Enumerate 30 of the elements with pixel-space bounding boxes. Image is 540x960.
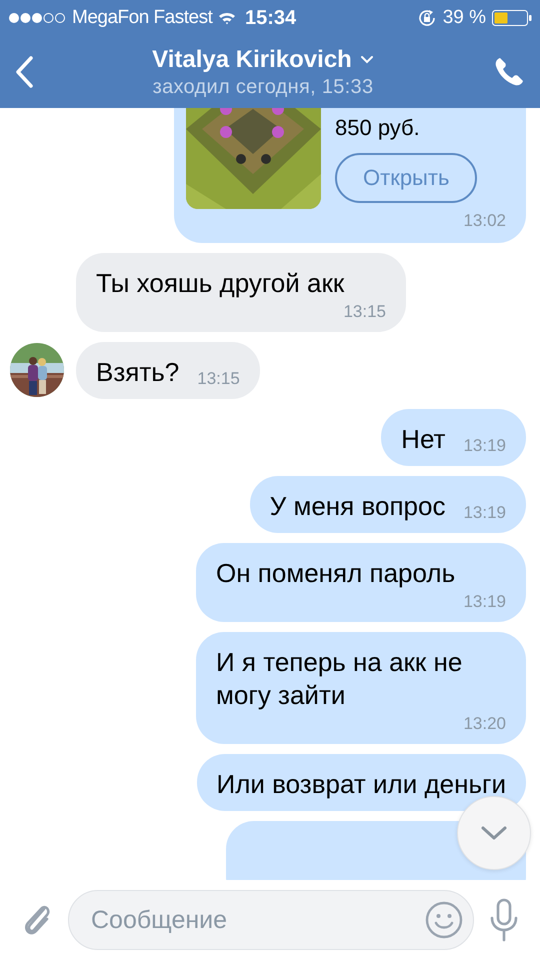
message-text: Ты хояшь другой акк <box>96 267 346 300</box>
message-time: 13:20 <box>463 714 506 734</box>
contact-name[interactable]: Vitalya Kirikovich <box>152 46 352 74</box>
message-text: Или возврат или деньги <box>216 768 506 801</box>
emoji-icon[interactable] <box>425 901 463 939</box>
message-time: 13:15 <box>197 369 240 389</box>
message-text: И я теперь на акк не могу зайти <box>216 646 464 712</box>
message-text: Взять? <box>96 356 180 389</box>
message-time: 13:19 <box>463 436 506 456</box>
battery-icon <box>492 9 532 27</box>
rotation-lock-icon <box>416 8 437 28</box>
carrier-name: MegaFon Fastest <box>72 7 212 29</box>
price-text: 850 руб. <box>335 115 421 141</box>
message-text: Нет <box>401 423 446 456</box>
signal-icon <box>8 12 66 24</box>
chevron-down-icon[interactable] <box>360 55 374 64</box>
message-time: 13:19 <box>463 503 506 523</box>
battery-percent: 39 % <box>442 7 486 29</box>
last-seen-status: заходил сегодня, 15:33 <box>152 76 374 98</box>
message-time: 13:19 <box>463 592 506 612</box>
chevron-down-icon <box>480 825 508 841</box>
message-text: Он поменял пароль <box>216 557 456 590</box>
wifi-icon <box>218 11 236 25</box>
message-time: 13:15 <box>343 302 386 322</box>
status-time: 15:34 <box>245 6 296 30</box>
message-text: У меня вопрос <box>270 490 446 523</box>
microphone-icon[interactable] <box>488 898 520 942</box>
open-button[interactable]: Открыть <box>335 153 478 203</box>
message-field[interactable]: Сообщение <box>68 890 474 950</box>
message-time: 13:02 <box>463 211 506 231</box>
